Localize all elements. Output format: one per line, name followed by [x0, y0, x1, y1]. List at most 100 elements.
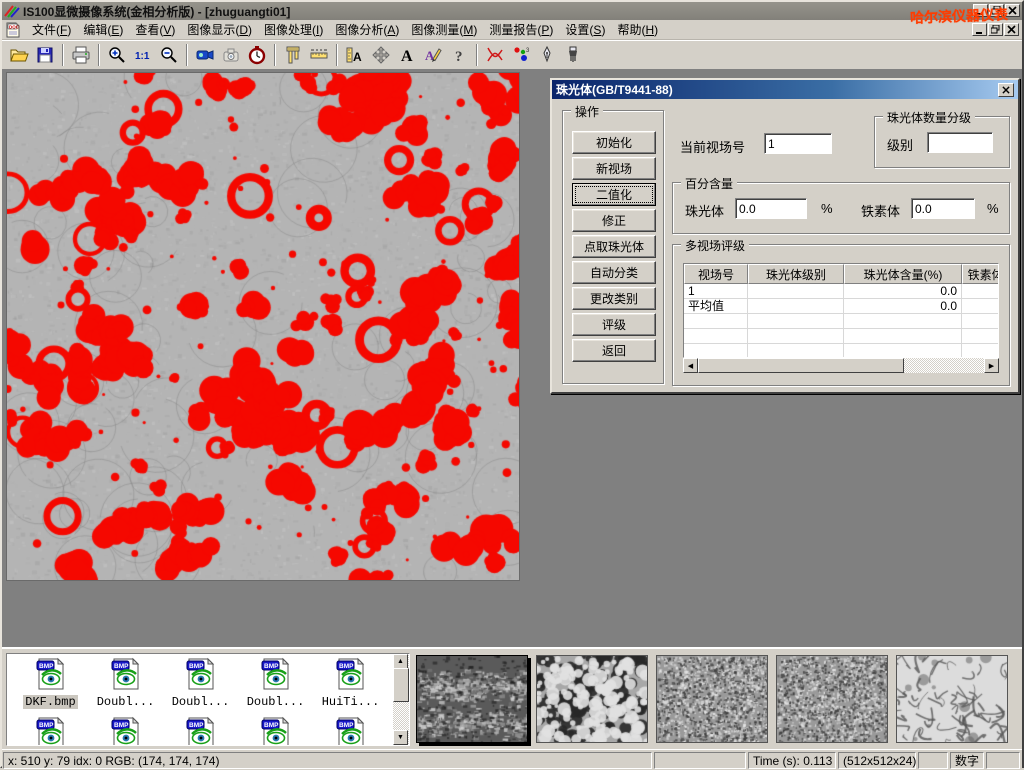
open-file-button[interactable]: [6, 43, 32, 67]
open-file-icon: [9, 45, 29, 65]
ferrite-input[interactable]: [911, 198, 975, 219]
thumbnail-5[interactable]: [896, 655, 1008, 743]
menu-item-s[interactable]: 设置(S): [559, 21, 611, 39]
file-item-5[interactable]: BMP HuiTi...: [313, 657, 388, 709]
file-item-row2-2[interactable]: BMP: [88, 716, 163, 746]
file-name: HuiTi...: [320, 695, 382, 709]
file-item-1[interactable]: BMPDKF.bmp: [13, 657, 88, 709]
pearlite-input[interactable]: [735, 198, 807, 219]
file-item-row2-4[interactable]: BMP: [238, 716, 313, 746]
table-cell: [844, 314, 962, 328]
toolbar-separator: [336, 44, 338, 66]
move-cross-icon: [371, 45, 391, 65]
ruler-button[interactable]: [306, 43, 332, 67]
menu-item-d[interactable]: 图像显示(D): [181, 21, 258, 39]
move-cross-button[interactable]: [368, 43, 394, 67]
menu-item-f[interactable]: 文件(F): [26, 21, 77, 39]
bmp-file-icon: BMP: [163, 657, 238, 694]
print-button[interactable]: [68, 43, 94, 67]
scroll-left-button[interactable]: ◀: [683, 358, 698, 373]
zoom-out-button[interactable]: [156, 43, 182, 67]
menu-item-i[interactable]: 图像处理(I): [258, 21, 329, 39]
caliper-icon: [283, 45, 303, 65]
caliper-button[interactable]: [280, 43, 306, 67]
table-row[interactable]: [684, 329, 998, 344]
file-list[interactable]: BMPDKF.bmpBMPDoubl...BMPDoubl...BMPDoubl…: [6, 653, 410, 746]
pen-tool-button[interactable]: [534, 43, 560, 67]
brush-tool-icon: [563, 45, 583, 65]
scroll-thumb[interactable]: [698, 358, 904, 373]
file-item-row2-1[interactable]: BMP: [13, 716, 88, 746]
rating-table[interactable]: 视场号珠光体级别珠光体含量(%)铁素体含量(%) 10.0平均值0.0: [683, 263, 999, 358]
mdi-restore-button[interactable]: [988, 23, 1003, 36]
column-header-4[interactable]: 铁素体含量(%): [962, 264, 999, 284]
menu-item-m[interactable]: 图像测量(M): [405, 21, 483, 39]
scroll-down-button[interactable]: ▼: [393, 730, 408, 745]
table-row[interactable]: [684, 314, 998, 329]
file-name: Doubl...: [95, 695, 157, 709]
file-item-2[interactable]: BMPDoubl...: [88, 657, 163, 709]
file-item-4[interactable]: BMPDoubl...: [238, 657, 313, 709]
thumbnail-3[interactable]: [656, 655, 768, 743]
save-file-button[interactable]: [32, 43, 58, 67]
bmp-file-icon: BMP: [313, 657, 388, 694]
curve-tool-icon: [485, 45, 505, 65]
help-button[interactable]: ?: [446, 43, 472, 67]
column-header-1[interactable]: 视场号: [684, 264, 748, 284]
table-cell: [748, 284, 844, 298]
op-button-5[interactable]: 点取珠光体: [572, 235, 656, 258]
level-input[interactable]: [927, 132, 993, 153]
ruler-icon: [309, 45, 329, 65]
scroll-up-button[interactable]: ▲: [393, 654, 408, 669]
op-button-2[interactable]: 新视场: [572, 157, 656, 180]
bmp-file-icon: BMP: [238, 657, 313, 694]
table-row[interactable]: 平均值0.0: [684, 299, 998, 314]
op-button-3[interactable]: 二值化: [572, 183, 656, 206]
video-camera-button[interactable]: [192, 43, 218, 67]
brush-tool-button[interactable]: [560, 43, 586, 67]
file-item-row2-3[interactable]: BMP: [163, 716, 238, 746]
timer-clock-button[interactable]: [244, 43, 270, 67]
op-button-6[interactable]: 自动分类: [572, 261, 656, 284]
thumbnail-4[interactable]: [776, 655, 888, 743]
classify-points-button[interactable]: 3: [508, 43, 534, 67]
file-name: DKF.bmp: [23, 695, 77, 709]
video-camera-icon: [195, 45, 215, 65]
text-label-button[interactable]: A: [394, 43, 420, 67]
table-row[interactable]: [684, 344, 998, 358]
table-hscrollbar[interactable]: ◀ ▶: [683, 358, 999, 373]
menu-item-h[interactable]: 帮助(H): [611, 21, 664, 39]
file-item-3[interactable]: BMPDoubl...: [163, 657, 238, 709]
column-header-2[interactable]: 珠光体级别: [748, 264, 844, 284]
thumbnail-2[interactable]: [536, 655, 648, 743]
table-row[interactable]: 10.0: [684, 284, 998, 299]
curve-tool-button[interactable]: [482, 43, 508, 67]
column-header-3[interactable]: 珠光体含量(%): [844, 264, 962, 284]
menu-item-e[interactable]: 编辑(E): [77, 21, 129, 39]
svg-text:DOC: DOC: [9, 24, 20, 29]
op-button-9[interactable]: 返回: [572, 339, 656, 362]
dialog-close-button[interactable]: [998, 83, 1014, 97]
menu-item-v[interactable]: 查看(V): [129, 21, 181, 39]
actual-size-button[interactable]: 1:1: [130, 43, 156, 67]
menu-item-a[interactable]: 图像分析(A): [329, 21, 405, 39]
text-edit-button[interactable]: A: [420, 43, 446, 67]
file-scroll-thumb[interactable]: [393, 668, 409, 702]
zoom-in-button[interactable]: [104, 43, 130, 67]
file-item-row2-5[interactable]: BMP: [313, 716, 388, 746]
capture-camera-button[interactable]: [218, 43, 244, 67]
scroll-right-button[interactable]: ▶: [984, 358, 999, 373]
dialog-titlebar[interactable]: 珠光体(GB/T9441-88): [552, 80, 1018, 99]
current-field-input[interactable]: [764, 133, 832, 154]
measure-text-button[interactable]: A: [342, 43, 368, 67]
menu-item-p[interactable]: 测量报告(P): [483, 21, 559, 39]
op-button-1[interactable]: 初始化: [572, 131, 656, 154]
op-button-8[interactable]: 评级: [572, 313, 656, 336]
micrograph-image[interactable]: [6, 72, 520, 581]
op-button-4[interactable]: 修正: [572, 209, 656, 232]
op-button-7[interactable]: 更改类别: [572, 287, 656, 310]
mdi-close-button[interactable]: [1004, 23, 1019, 36]
thumbnail-1[interactable]: [416, 655, 528, 743]
scroll-track[interactable]: [698, 358, 984, 373]
svg-text:BMP: BMP: [339, 663, 354, 670]
